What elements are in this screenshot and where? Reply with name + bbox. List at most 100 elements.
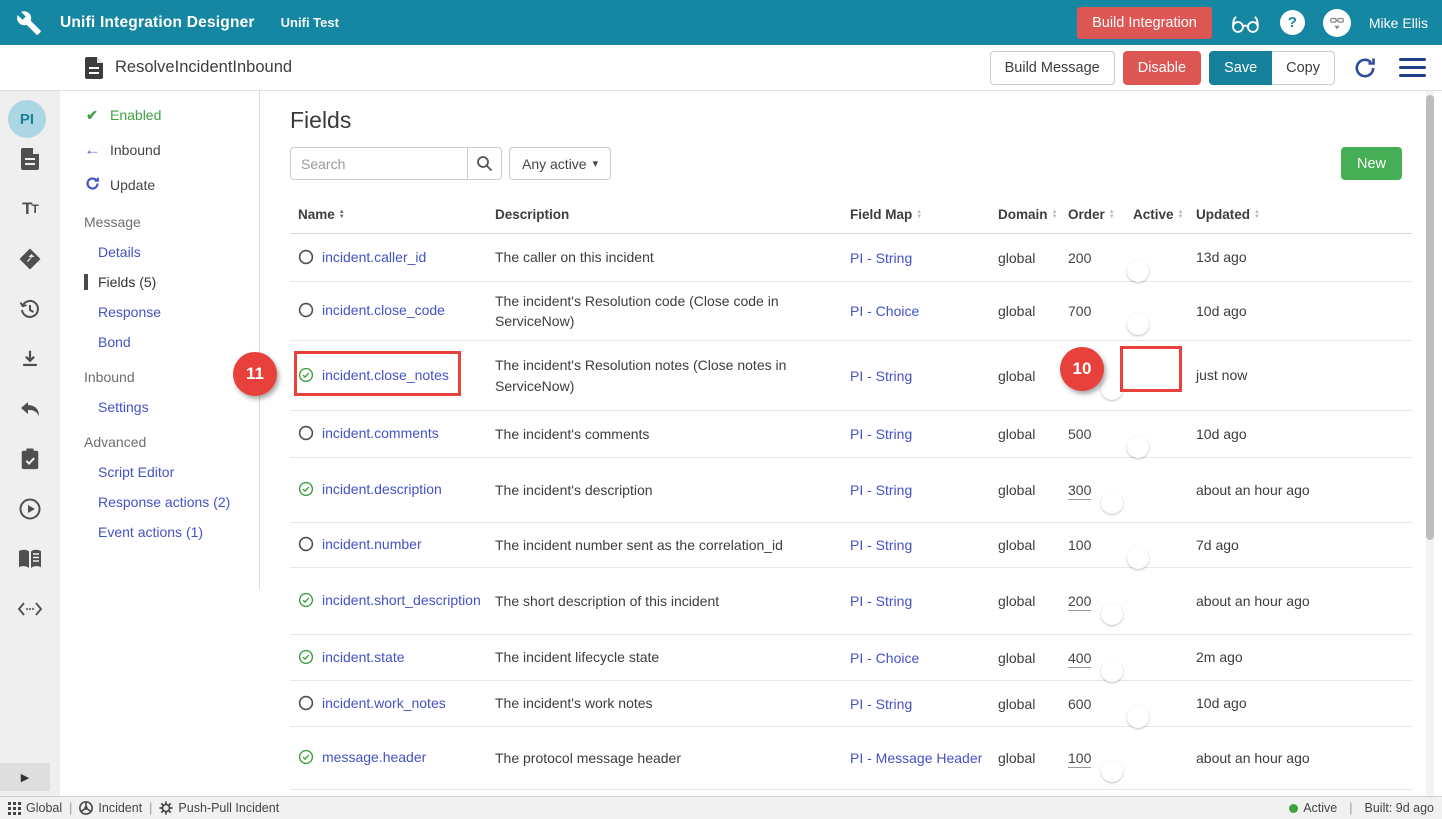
column-order[interactable]: Order▲▼	[1060, 207, 1125, 222]
user-avatar[interactable]	[1323, 9, 1351, 37]
nav-section-advanced: Advanced	[84, 434, 259, 450]
field-name-link[interactable]: incident.short_description	[322, 592, 481, 608]
app-title: Unifi Integration Designer	[60, 14, 255, 32]
field-name-link[interactable]: incident.comments	[322, 425, 439, 441]
field-map-link[interactable]: PI - String	[850, 482, 912, 498]
history-icon[interactable]	[17, 296, 43, 322]
sort-icon: ▲▼	[1254, 210, 1260, 220]
field-order-value[interactable]: 200	[1068, 250, 1091, 266]
field-order-value[interactable]: 100	[1068, 750, 1091, 768]
statusbar-process[interactable]: Push-Pull Incident	[159, 801, 279, 815]
menu-icon[interactable]	[1399, 58, 1426, 77]
field-map-link[interactable]: PI - String	[850, 537, 912, 553]
column-updated[interactable]: Updated▲▼	[1196, 207, 1316, 222]
column-field-map[interactable]: Field Map▲▼	[842, 207, 990, 222]
field-domain: global	[990, 537, 1060, 553]
reply-icon[interactable]	[17, 396, 43, 422]
tasks-clipboard-icon[interactable]	[17, 446, 43, 472]
statusbar-domain[interactable]: Global	[8, 801, 62, 815]
field-order-value[interactable]: 100	[1068, 537, 1091, 553]
field-name-link[interactable]: incident.state	[322, 649, 405, 665]
vertical-scrollbar[interactable]	[1426, 91, 1434, 796]
integration-avatar[interactable]: PI	[8, 100, 46, 138]
build-message-button[interactable]: Build Message	[990, 51, 1115, 85]
nav-item-bond[interactable]: Bond	[84, 334, 259, 350]
field-name-link[interactable]: incident.close_code	[322, 302, 445, 318]
field-domain: global	[990, 426, 1060, 442]
field-map-link[interactable]: PI - Choice	[850, 650, 919, 666]
nav-item-response-actions[interactable]: Response actions (2)	[84, 494, 259, 510]
table-row: incident.description The incident's desc…	[290, 458, 1412, 523]
text-fields-icon[interactable]: TT	[17, 196, 43, 222]
scrollbar-thumb[interactable]	[1426, 95, 1434, 540]
field-order-value[interactable]: 700	[1068, 303, 1091, 319]
table-row: incident.close_code The incident's Resol…	[290, 282, 1412, 341]
preview-glasses-icon[interactable]	[1230, 12, 1262, 34]
field-updated: 10d ago	[1196, 424, 1316, 444]
field-updated: about an hour ago	[1196, 591, 1316, 611]
search-icon[interactable]	[467, 147, 502, 180]
nav-section-message: Message	[84, 214, 259, 230]
nav-item-details[interactable]: Details	[84, 244, 259, 260]
message-nav: ✔ Enabled ← Inbound Update Message Detai…	[60, 91, 260, 589]
field-active-status-icon	[298, 592, 314, 608]
copy-button[interactable]: Copy	[1272, 51, 1335, 85]
field-name-link[interactable]: incident.caller_id	[322, 249, 426, 265]
field-active-status-icon	[298, 649, 314, 665]
nav-item-script-editor[interactable]: Script Editor	[84, 464, 259, 480]
active-filter-dropdown[interactable]: Any active▾	[509, 147, 611, 180]
save-button[interactable]: Save	[1209, 51, 1272, 85]
field-map-link[interactable]: PI - String	[850, 426, 912, 442]
field-order-value[interactable]: 400	[1068, 650, 1091, 668]
build-integration-button[interactable]: Build Integration	[1077, 7, 1212, 39]
code-icon[interactable]	[17, 596, 43, 622]
field-domain: global	[990, 593, 1060, 609]
field-map-link[interactable]: PI - Message Header	[850, 750, 982, 766]
field-name-link[interactable]: incident.work_notes	[322, 695, 446, 711]
nav-item-settings[interactable]: Settings	[84, 399, 259, 415]
play-circle-icon[interactable]	[17, 496, 43, 522]
field-map-link[interactable]: PI - String	[850, 593, 912, 609]
column-active[interactable]: Active▲▼	[1125, 207, 1196, 222]
field-order-value[interactable]: 500	[1068, 426, 1091, 442]
field-description: The caller on this incident	[487, 247, 842, 267]
field-description: The short description of this incident	[487, 591, 842, 611]
wrench-logo-icon[interactable]	[14, 8, 44, 38]
field-active-status-icon	[298, 425, 314, 441]
column-name[interactable]: Name▲▼	[290, 207, 487, 222]
field-description: The protocol message header	[487, 748, 842, 768]
help-icon[interactable]: ?	[1280, 10, 1305, 35]
nav-item-fields[interactable]: Fields (5)	[84, 274, 259, 290]
field-order-value[interactable]: 300	[1068, 482, 1091, 500]
sort-icon: ▲▼	[916, 210, 922, 220]
document-rail-icon[interactable]	[17, 146, 43, 172]
field-order-value[interactable]: 200	[1068, 593, 1091, 611]
field-description: The incident's description	[487, 480, 842, 500]
navigation-diamond-icon[interactable]	[17, 246, 43, 272]
field-order-value[interactable]: 600	[1068, 696, 1091, 712]
field-map-link[interactable]: PI - Choice	[850, 303, 919, 319]
field-map-link[interactable]: PI - String	[850, 368, 912, 384]
table-row: incident.number The incident number sent…	[290, 523, 1412, 568]
field-map-link[interactable]: PI - String	[850, 250, 912, 266]
field-active-status-icon	[298, 481, 314, 497]
column-domain[interactable]: Domain▲▼	[990, 207, 1060, 222]
column-description[interactable]: Description	[487, 207, 842, 222]
field-name-link[interactable]: incident.number	[322, 536, 422, 552]
download-icon[interactable]	[17, 346, 43, 372]
nav-item-event-actions[interactable]: Event actions (1)	[84, 524, 259, 540]
gear-icon	[159, 801, 173, 815]
documentation-book-icon[interactable]	[17, 546, 43, 572]
field-name-link[interactable]: message.header	[322, 749, 426, 765]
field-name-link[interactable]: incident.description	[322, 481, 442, 497]
nav-item-response[interactable]: Response	[84, 304, 259, 320]
search-input[interactable]	[290, 147, 468, 180]
sort-icon: ▲▼	[1052, 210, 1058, 220]
refresh-icon[interactable]	[1353, 56, 1377, 80]
field-map-link[interactable]: PI - String	[850, 696, 912, 712]
disable-button[interactable]: Disable	[1123, 51, 1201, 85]
field-domain: global	[990, 250, 1060, 266]
new-field-button[interactable]: New	[1341, 147, 1402, 180]
expand-rail-button[interactable]: ▶	[0, 763, 50, 791]
statusbar-application[interactable]: Incident	[79, 801, 142, 815]
